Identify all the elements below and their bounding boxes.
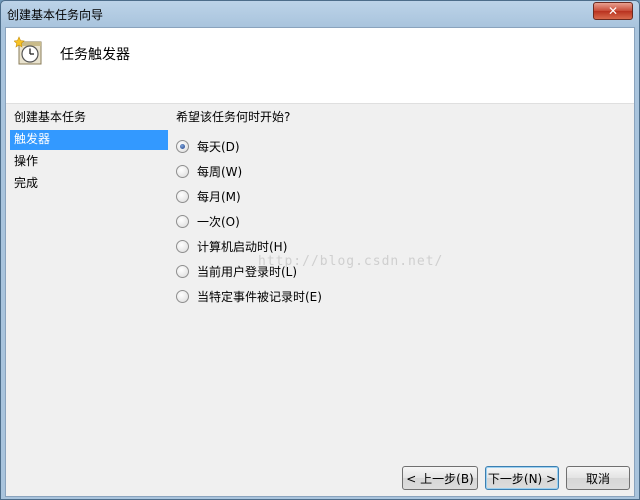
radio-event-logged[interactable] <box>176 290 189 303</box>
sidebar-item-finish[interactable]: 完成 <box>10 174 168 194</box>
radio-user-logon[interactable] <box>176 265 189 278</box>
window-title: 创建基本任务向导 <box>7 8 104 22</box>
back-button[interactable]: < 上一步(B) <box>402 466 478 490</box>
next-button[interactable]: 下一步(N) > <box>485 466 559 490</box>
wizard-client-area: 任务触发器 创建基本任务 触发器 操作 完成 希望该任务何时开始? 每天(D) … <box>5 27 635 497</box>
close-icon: ✕ <box>607 4 619 18</box>
trigger-options-panel: 希望该任务何时开始? 每天(D) 每周(W) 每月(M) 一次(O) 计算机启动… <box>176 108 616 338</box>
wizard-steps-sidebar: 创建基本任务 触发器 操作 完成 <box>10 108 168 328</box>
radio-once[interactable] <box>176 215 189 228</box>
sidebar-item-action[interactable]: 操作 <box>10 152 168 172</box>
option-event-logged[interactable]: 当特定事件被记录时(E) <box>176 284 616 309</box>
wizard-window: 创建基本任务向导 ✕ 任务触发器 创建基本任务 触发器 操作 完成 希望该任务何… <box>0 0 640 500</box>
option-weekly-label[interactable]: 每周(W) <box>197 163 242 180</box>
wizard-header: 任务触发器 <box>6 28 634 104</box>
title-bar[interactable]: 创建基本任务向导 ✕ <box>1 1 639 27</box>
trigger-question: 希望该任务何时开始? <box>176 110 291 124</box>
option-monthly-label[interactable]: 每月(M) <box>197 188 241 205</box>
sidebar-item-trigger[interactable]: 触发器 <box>10 130 168 150</box>
sidebar-item-create-basic-task[interactable]: 创建基本任务 <box>10 108 168 128</box>
cancel-button[interactable]: 取消 <box>566 466 630 490</box>
option-weekly[interactable]: 每周(W) <box>176 159 616 184</box>
option-daily-label[interactable]: 每天(D) <box>197 138 240 155</box>
radio-monthly[interactable] <box>176 190 189 203</box>
clock-calendar-icon <box>14 36 42 65</box>
option-monthly[interactable]: 每月(M) <box>176 184 616 209</box>
option-computer-startup-label[interactable]: 计算机启动时(H) <box>197 238 287 255</box>
option-event-logged-label[interactable]: 当特定事件被记录时(E) <box>197 288 322 305</box>
radio-daily[interactable] <box>176 140 189 153</box>
close-button[interactable]: ✕ <box>593 2 633 20</box>
radio-computer-startup[interactable] <box>176 240 189 253</box>
option-once-label[interactable]: 一次(O) <box>197 213 240 230</box>
option-once[interactable]: 一次(O) <box>176 209 616 234</box>
page-title: 任务触发器 <box>60 47 130 63</box>
option-daily[interactable]: 每天(D) <box>176 134 616 159</box>
radio-weekly[interactable] <box>176 165 189 178</box>
watermark-text: http://blog.csdn.net/ <box>258 254 444 269</box>
